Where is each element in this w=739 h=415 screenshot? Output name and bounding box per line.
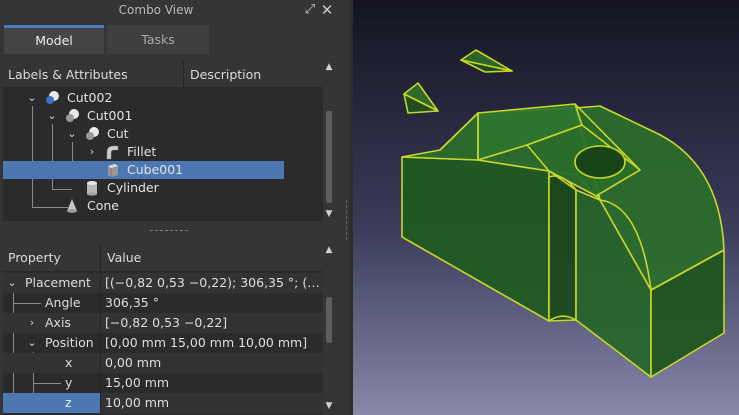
property-row-x[interactable]: x 0,00 mm: [3, 353, 323, 373]
scroll-down-icon[interactable]: ▼: [323, 400, 335, 412]
tree-item-label: Cut002: [67, 90, 113, 105]
collapse-chevron-icon[interactable]: ⌄: [47, 107, 57, 125]
tree-item-fillet[interactable]: › Fillet: [3, 143, 293, 161]
cone-icon: [67, 199, 77, 213]
tree-item-label: Cut001: [87, 108, 133, 123]
cut-icon: [46, 91, 59, 104]
property-row-axis[interactable]: › Axis [−0,82 0,53 −0,22]: [3, 313, 323, 333]
close-panel-icon[interactable]: ✕: [319, 2, 335, 18]
tree-item-label: Cut: [107, 126, 129, 141]
property-value[interactable]: 10,00 mm: [105, 393, 321, 413]
combo-view-panel: Combo View ⤢ ✕ Model Tasks Labels & Attr…: [0, 0, 349, 415]
property-row-placement[interactable]: ⌄ Placement [(−0,82 0,53 −0,22); 306,35 …: [3, 273, 323, 293]
property-name: z: [65, 395, 72, 410]
property-name-cell: ⌄ Position: [3, 333, 101, 353]
panel-splitter-handle[interactable]: [150, 230, 188, 233]
property-value[interactable]: [−0,82 0,53 −0,22]: [105, 313, 321, 333]
property-row-position[interactable]: ⌄ Position [0,00 mm 15,00 mm 10,00 mm]: [3, 333, 323, 353]
expand-chevron-icon[interactable]: ›: [27, 313, 37, 333]
property-row-angle[interactable]: Angle 306,35 °: [3, 293, 323, 313]
slot-face: [548, 170, 577, 322]
model-tree: Labels & Attributes Description ⌄ Cut002…: [3, 61, 335, 221]
property-value[interactable]: [0,00 mm 15,00 mm 10,00 mm]: [105, 333, 321, 353]
tree-scrollbar[interactable]: ▲ ▼: [323, 61, 335, 221]
collapse-chevron-icon[interactable]: ⌄: [67, 125, 77, 143]
scroll-up-icon[interactable]: ▲: [323, 244, 335, 256]
property-header: Property Value: [3, 244, 323, 272]
tree-item-label: Cylinder: [107, 180, 159, 195]
property-name: y: [65, 375, 73, 390]
property-name-cell: ⌄ Placement: [3, 273, 101, 293]
cube-icon: [108, 164, 118, 177]
combo-view-titlebar: Combo View ⤢ ✕: [0, 0, 349, 20]
property-name: Axis: [45, 315, 71, 330]
property-name: x: [65, 355, 73, 370]
3d-model-view[interactable]: [353, 0, 739, 415]
fillet-icon: [106, 145, 119, 160]
scroll-down-icon[interactable]: ▼: [323, 208, 335, 220]
tree-item-cut002[interactable]: ⌄ Cut002: [3, 89, 293, 107]
property-value[interactable]: 306,35 °: [105, 293, 321, 313]
property-name: Placement: [25, 275, 91, 290]
combo-view-title: Combo View: [118, 3, 194, 17]
tree-item-label: Fillet: [127, 144, 157, 159]
tree-header: Labels & Attributes Description: [3, 61, 323, 88]
cut-icon: [66, 109, 79, 122]
3d-viewport[interactable]: [353, 0, 739, 415]
scroll-up-icon[interactable]: ▲: [323, 61, 335, 73]
property-name-cell: Angle: [3, 293, 101, 313]
tree-item-label: Cone: [87, 198, 119, 213]
tab-tasks[interactable]: Tasks: [107, 25, 209, 54]
property-name-cell: x: [3, 353, 101, 373]
scroll-thumb[interactable]: [326, 111, 332, 203]
expand-chevron-icon[interactable]: ›: [87, 143, 97, 161]
tree-item-cone[interactable]: Cone: [3, 197, 293, 215]
tree-item-label: Cube001: [127, 162, 184, 177]
scroll-thumb[interactable]: [326, 297, 332, 343]
float-panel-icon[interactable]: ⤢: [302, 2, 318, 18]
property-row-y[interactable]: y 15,00 mm: [3, 373, 323, 393]
property-scrollbar[interactable]: ▲ ▼: [323, 244, 335, 415]
property-value[interactable]: [(−0,82 0,53 −0,22); 306,35 °; (…: [105, 273, 321, 293]
property-editor: Property Value ⌄ Placement [(−0,82 0,53 …: [3, 244, 335, 415]
column-labels-attributes[interactable]: Labels & Attributes: [3, 61, 184, 88]
tab-model[interactable]: Model: [4, 25, 104, 54]
property-name-cell: › Axis: [3, 313, 101, 333]
tree-item-cube001[interactable]: Cube001: [3, 161, 284, 179]
dock-resize-grip[interactable]: [346, 200, 347, 240]
property-row-z[interactable]: z 10,00 mm: [3, 393, 323, 413]
cut-icon: [86, 127, 99, 140]
column-value[interactable]: Value: [102, 244, 323, 271]
collapse-chevron-icon[interactable]: ⌄: [27, 89, 37, 107]
property-name: Position: [45, 335, 94, 350]
cylinder-hole: [574, 145, 626, 179]
property-name-cell: z: [3, 393, 101, 413]
block-front-face: [401, 156, 550, 322]
property-value[interactable]: 15,00 mm: [105, 373, 321, 393]
column-property[interactable]: Property: [3, 244, 101, 271]
property-value[interactable]: 0,00 mm: [105, 353, 321, 373]
tree-item-cut[interactable]: ⌄ Cut: [3, 125, 293, 143]
property-name-cell: y: [3, 373, 101, 393]
property-name: Angle: [45, 295, 81, 310]
collapse-chevron-icon[interactable]: ⌄: [27, 333, 37, 353]
tree-item-cylinder[interactable]: Cylinder: [3, 179, 293, 197]
tree-item-cut001[interactable]: ⌄ Cut001: [3, 107, 293, 125]
cylinder-icon: [87, 181, 97, 196]
column-description[interactable]: Description: [185, 61, 323, 88]
collapse-chevron-icon[interactable]: ⌄: [7, 273, 17, 293]
